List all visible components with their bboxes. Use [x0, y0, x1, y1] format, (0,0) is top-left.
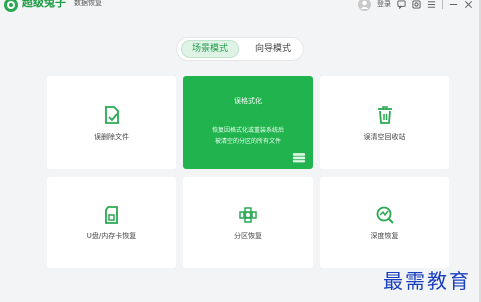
- mode-switch: 场景模式 向导模式: [176, 37, 304, 61]
- feedback-icon[interactable]: [397, 0, 406, 9]
- watermark-text: 最需教育: [383, 269, 471, 293]
- card-partition[interactable]: 分区恢复: [183, 177, 313, 268]
- card-usb-card[interactable]: U盘/内存卡恢复: [47, 177, 176, 268]
- menu-icon[interactable]: [427, 0, 436, 9]
- title-bar: 超级兔子 数据恢复 登录: [0, 0, 481, 14]
- titlebar-divider: [442, 0, 443, 9]
- brand-name: 超级兔子: [22, 0, 66, 9]
- card-label: 误删除文件: [94, 133, 129, 141]
- card-title: 误格式化: [234, 97, 262, 105]
- tab-guide-mode[interactable]: 向导模式: [244, 40, 302, 58]
- skin-icon[interactable]: [412, 0, 421, 9]
- avatar-icon[interactable]: [358, 0, 371, 11]
- login-link[interactable]: 登录: [377, 0, 391, 9]
- partition-icon: [239, 207, 257, 223]
- card-label: 深度恢复: [370, 232, 399, 240]
- card-label: 误清空回收站: [363, 133, 406, 141]
- card-desc-line1: 恢复因格式化或重装系统后: [211, 127, 284, 134]
- disk-stack-icon: [292, 153, 306, 163]
- rabbit-logo-icon: [4, 0, 18, 12]
- trash-icon: [377, 106, 392, 124]
- tab-scene-mode[interactable]: 场景模式: [181, 40, 239, 58]
- minimize-icon[interactable]: [449, 0, 458, 9]
- file-restore-icon: [104, 106, 119, 124]
- card-label: 分区恢复: [234, 232, 262, 240]
- deep-scan-icon: [376, 206, 394, 224]
- card-deep-recovery[interactable]: 深度恢复: [320, 177, 449, 268]
- titlebar-controls: 登录: [352, 0, 473, 11]
- card-label: U盘/内存卡恢复: [86, 232, 137, 240]
- card-formatted[interactable]: 误格式化 恢复因格式化或重装系统后 被清空的分区的所有文件: [183, 76, 313, 169]
- card-deleted-files[interactable]: 误删除文件: [47, 76, 176, 169]
- brand-subtitle: 数据恢复: [74, 0, 102, 7]
- sd-card-icon: [104, 206, 118, 224]
- card-desc-line2: 被清空的分区的所有文件: [214, 138, 281, 145]
- close-icon[interactable]: [464, 0, 473, 9]
- card-recycle-bin[interactable]: 误清空回收站: [320, 76, 449, 169]
